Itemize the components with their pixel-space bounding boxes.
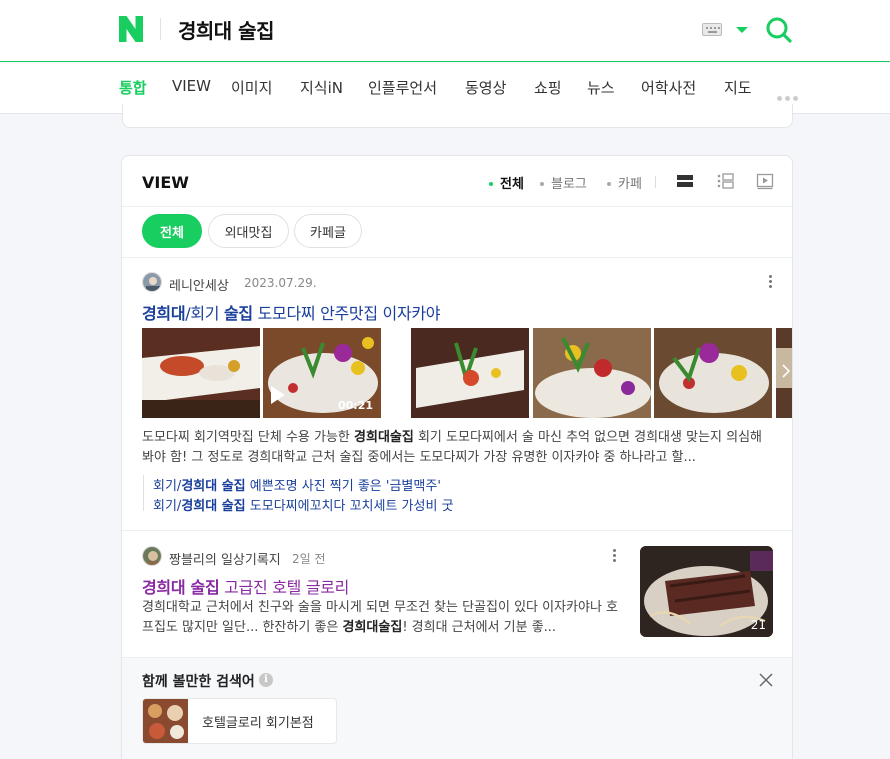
naver-logo-icon[interactable] (119, 16, 143, 42)
related-title: 함께 볼만한 검색어 (142, 674, 255, 690)
filter-dot (489, 181, 493, 186)
gallery-video[interactable]: 00:21 (263, 328, 381, 418)
post-snippet[interactable]: 도모다찌 회기역맛집 단체 수용 가능한 경희대술집 회기 도모다찌에서 술 마… (142, 428, 770, 468)
detail-view-icon[interactable] (716, 172, 734, 190)
filter-dot (607, 181, 611, 186)
close-icon[interactable] (759, 673, 773, 687)
link-text: 회기/ (153, 479, 182, 494)
filter-label: 블로그 (551, 177, 587, 192)
chevron-right-icon[interactable] (782, 364, 790, 378)
related-searches: 함께 볼만한 검색어 i 호텔글로리 회기본점 (122, 657, 792, 759)
post-thumbnail[interactable]: 21 (640, 546, 773, 637)
search-header: 경희대 술집 (0, 0, 890, 62)
keyboard-icon[interactable] (702, 23, 722, 36)
divider (122, 257, 792, 258)
logo-divider (160, 18, 161, 40)
list-view-icon[interactable] (676, 172, 694, 190)
title-text: /회기 (185, 304, 224, 323)
info-icon[interactable]: i (259, 673, 273, 687)
related-post-link[interactable]: 회기/경희대 술집 예쁜조명 사진 찍기 좋은 '금별맥주' (153, 475, 441, 494)
image-count-badge: 21 (750, 618, 766, 632)
more-options-icon[interactable] (613, 549, 617, 564)
previous-section-edge (122, 104, 793, 128)
view-section: VIEW 전체 블로그 카페 전체 외대맛집 카페글 레니안세상 2023.07… (121, 155, 793, 759)
more-options-icon[interactable] (769, 275, 773, 290)
video-view-icon[interactable] (756, 172, 774, 190)
post-date: 2023.07.29. (244, 276, 317, 290)
filter-blog[interactable]: 블로그 (540, 173, 587, 192)
tab-shopping[interactable]: 쇼핑 (534, 77, 562, 98)
title-text: 도모다찌 안주맛집 이자카야 (252, 304, 441, 323)
filter-label: 카페 (618, 177, 642, 192)
section-title: VIEW (142, 173, 189, 192)
link-text: 회기/ (153, 499, 182, 514)
tab-knowledge-in[interactable]: 지식iN (300, 77, 343, 98)
tab-news[interactable]: 뉴스 (587, 77, 615, 98)
link-highlight: 경희대 술집 (181, 479, 246, 494)
post-title-link[interactable]: 경희대/회기 술집 도모다찌 안주맛집 이자카야 (142, 300, 441, 324)
avatar[interactable] (142, 272, 162, 292)
link-highlight: 경희대 술집 (181, 499, 246, 514)
title-highlight: 술집 (223, 304, 253, 323)
filter-all[interactable]: 전체 (489, 173, 524, 192)
related-post-link[interactable]: 회기/경희대 술집 도모다찌에꼬치다 꼬치세트 가성비 굿 (153, 495, 454, 514)
chip-all[interactable]: 전체 (142, 214, 202, 248)
title-highlight: 경희대 (142, 304, 186, 323)
snippet-highlight: 경희대술집 (342, 620, 403, 635)
post-author[interactable]: 짱블리의 일상기록지 (169, 549, 281, 568)
related-posts-bar (143, 475, 144, 511)
post-snippet[interactable]: 경희대학교 근처에서 친구와 술을 마시게 되면 무조건 찾는 단골집이 있다 … (142, 598, 620, 638)
related-search-label: 호텔글로리 회기본점 (202, 716, 314, 731)
tab-map[interactable]: 지도 (724, 77, 752, 98)
tab-video[interactable]: 동영상 (465, 77, 506, 98)
related-search-item[interactable]: 호텔글로리 회기본점 (142, 698, 337, 744)
tab-influencer[interactable]: 인플루언서 (368, 77, 437, 98)
gallery-image[interactable] (411, 328, 529, 418)
tab-view[interactable]: VIEW (172, 77, 211, 95)
link-text: 예쁜조명 사진 찍기 좋은 '금별맥주' (245, 479, 441, 494)
tab-images[interactable]: 이미지 (231, 77, 272, 98)
chip-hufs-restaurants[interactable]: 외대맛집 (208, 214, 289, 248)
snippet-highlight: 경희대술집 (354, 430, 414, 445)
snippet-text: 도모다찌 회기역맛집 단체 수용 가능한 (142, 430, 355, 445)
filter-dot (540, 181, 544, 186)
divider (122, 206, 792, 207)
post-date: 2일 전 (292, 552, 326, 566)
chip-cafe-posts[interactable]: 카페글 (294, 214, 362, 248)
gallery-image[interactable] (654, 328, 772, 418)
filter-divider (655, 176, 656, 188)
link-text: 도모다찌에꼬치다 꼬치세트 가성비 굿 (245, 499, 454, 514)
related-thumbnail (143, 699, 188, 743)
tab-all[interactable]: 통합 (119, 77, 147, 98)
filter-cafe[interactable]: 카페 (607, 173, 642, 192)
divider (122, 530, 792, 531)
gallery-image[interactable] (533, 328, 651, 418)
post-title-link[interactable]: 경희대 술집 고급진 호텔 글로리 (142, 574, 349, 598)
title-highlight: 경희대 술집 (142, 578, 220, 597)
search-input[interactable]: 경희대 술집 (178, 15, 274, 44)
more-tabs-icon[interactable] (777, 86, 801, 105)
title-text: 고급진 호텔 글로리 (219, 578, 350, 597)
filter-label: 전체 (500, 177, 524, 192)
snippet-text: ! 경희대 근처에서 기분 좋... (402, 620, 557, 635)
gallery-image[interactable] (142, 328, 260, 418)
avatar[interactable] (142, 546, 162, 566)
image-gallery: 00:21 (142, 328, 792, 419)
search-icon[interactable] (765, 16, 793, 44)
post-author[interactable]: 레니안세상 (169, 275, 229, 294)
play-icon (271, 386, 285, 404)
video-duration: 00:21 (337, 399, 373, 412)
autocomplete-toggle-icon[interactable] (736, 27, 748, 33)
tab-dictionary[interactable]: 어학사전 (641, 77, 696, 98)
